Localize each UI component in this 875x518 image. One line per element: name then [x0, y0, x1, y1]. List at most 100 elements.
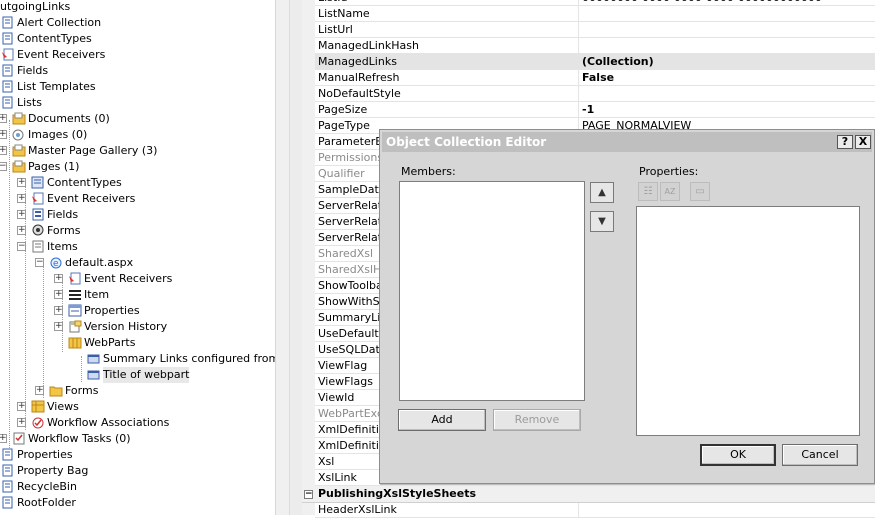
tree-node[interactable]: Property Bag [0, 463, 275, 479]
receiver-icon [31, 192, 45, 205]
splitter[interactable] [275, 0, 303, 515]
collapse-icon[interactable]: − [304, 490, 313, 499]
tree-panel[interactable]: utgoingLinks Alert Collection ContentTypes… [0, 0, 275, 515]
expand-icon[interactable]: + [17, 402, 26, 411]
property-row[interactable]: PageSize -1 [315, 102, 875, 118]
property-row[interactable]: ManualRefresh False [315, 70, 875, 86]
tree-node-label: Pages (1) [28, 160, 80, 173]
property-row[interactable]: ManagedLinks (Collection) [315, 54, 875, 70]
expand-icon[interactable]: + [17, 226, 26, 235]
cancel-button[interactable]: Cancel [782, 444, 858, 466]
tree-node[interactable]: Title of webpart [0, 367, 275, 383]
tree-node[interactable]: + Views [0, 399, 275, 415]
tree-node-label: Views [47, 400, 79, 413]
dialog-title: Object Collection Editor [386, 135, 547, 149]
properties-grid-box[interactable] [636, 206, 860, 436]
property-row[interactable]: ListUrl [315, 22, 875, 38]
expand-icon[interactable]: + [0, 114, 7, 123]
help-button[interactable]: ? [837, 135, 853, 149]
property-row[interactable]: ManagedLinkHash [315, 38, 875, 54]
expand-icon[interactable]: + [0, 130, 7, 139]
tree-node[interactable]: Event Receivers [0, 47, 275, 63]
ie-page-icon: e [49, 256, 63, 269]
tree-node[interactable]: WebParts [0, 335, 275, 351]
property-row[interactable]: NoDefaultStyle [315, 86, 875, 102]
expand-icon[interactable]: + [0, 146, 7, 155]
tree-node[interactable]: + Event Receivers [0, 271, 275, 287]
tree-node-label: Forms [47, 224, 81, 237]
tree-node[interactable]: + ContentTypes [0, 175, 275, 191]
tree-node[interactable]: + Fields [0, 207, 275, 223]
expand-icon[interactable]: + [54, 306, 63, 315]
tree-node[interactable]: Properties [0, 447, 275, 463]
tree-node[interactable]: ContentTypes [0, 31, 275, 47]
property-column-divider [578, 38, 579, 54]
tree-node[interactable]: +Lists [0, 95, 275, 111]
expand-icon[interactable]: + [0, 434, 7, 443]
property-name: ManagedLinks [318, 55, 397, 68]
expand-icon[interactable]: + [54, 290, 63, 299]
tree-node[interactable]: RootFolder [0, 495, 275, 511]
tree-node[interactable]: RecycleBin [0, 479, 275, 495]
tree-node-label: Title of webpart [103, 367, 190, 383]
dialog-titlebar[interactable]: Object Collection Editor ? X [382, 132, 872, 152]
collapse-icon[interactable]: − [0, 162, 7, 171]
collapse-icon[interactable]: − [35, 258, 44, 267]
tree-node[interactable]: utgoingLinks [0, 0, 275, 15]
tree-node[interactable]: + Version History [0, 319, 275, 335]
tree-node[interactable]: + Master Page Gallery (3) [0, 143, 275, 159]
remove-button[interactable]: Remove [493, 409, 581, 431]
tree-node[interactable]: Fields [0, 63, 275, 79]
tree-node-label: Images (0) [28, 128, 88, 141]
expand-icon[interactable]: + [35, 386, 44, 395]
move-up-button[interactable]: ▲ [590, 182, 614, 203]
property-value: False [582, 71, 615, 84]
tree-node[interactable]: − Items [0, 239, 275, 255]
expand-icon[interactable]: + [17, 210, 26, 219]
collapse-icon[interactable]: − [17, 242, 26, 251]
views-icon [31, 400, 45, 413]
expand-icon[interactable]: + [54, 274, 63, 283]
property-pages-icon: ▭ [695, 186, 705, 197]
tree-node[interactable]: + Documents (0) [0, 111, 275, 127]
doc-icon [1, 80, 15, 93]
property-name: ListId [318, 0, 580, 5]
tree-node[interactable]: Alert Collection [0, 15, 275, 31]
expand-icon[interactable]: + [17, 194, 26, 203]
receiver-icon [1, 48, 15, 61]
properties-icon [68, 304, 82, 317]
members-listbox[interactable] [399, 181, 585, 401]
arrow-up-icon: ▲ [598, 187, 606, 198]
tree-node[interactable]: − Pages (1) [0, 159, 275, 175]
tree-node[interactable]: + Workflow Tasks (0) [0, 431, 275, 447]
property-row[interactable]: HeaderXslLink [315, 502, 875, 518]
tree-node[interactable]: − e default.aspx [0, 255, 275, 271]
expand-icon[interactable]: + [17, 418, 26, 427]
close-button[interactable]: X [855, 135, 871, 149]
doc-icon [1, 64, 15, 77]
property-category-header[interactable]: − PublishingXslStyleSheets [302, 486, 875, 503]
property-column-divider [578, 70, 579, 86]
tree-node-label: RecycleBin [17, 480, 77, 493]
tree-node[interactable]: + Workflow Associations [0, 415, 275, 431]
webparts-icon [68, 336, 82, 349]
ok-button[interactable]: OK [700, 444, 776, 466]
tree-node-label: Fields [47, 208, 79, 221]
doc-icon [1, 464, 15, 477]
tree-node[interactable]: + Forms [0, 383, 275, 399]
tree-node[interactable]: Summary Links configured from UI [0, 351, 275, 367]
tree-node-label: Items [47, 240, 78, 253]
tree-node[interactable]: + Event Receivers [0, 191, 275, 207]
tree-node[interactable]: + Images (0) [0, 127, 275, 143]
tree-node-label: Event Receivers [47, 192, 136, 205]
tree-node[interactable]: List Templates [0, 79, 275, 95]
move-down-button[interactable]: ▼ [590, 211, 614, 232]
property-row[interactable]: ListName [315, 6, 875, 22]
tree-node[interactable]: + Item [0, 287, 275, 303]
vertical-scrollbar[interactable] [289, 0, 303, 515]
expand-icon[interactable]: + [54, 322, 63, 331]
add-button[interactable]: Add [398, 409, 486, 431]
tree-node[interactable]: + Forms [0, 223, 275, 239]
tree-node[interactable]: + Properties [0, 303, 275, 319]
expand-icon[interactable]: + [17, 178, 26, 187]
